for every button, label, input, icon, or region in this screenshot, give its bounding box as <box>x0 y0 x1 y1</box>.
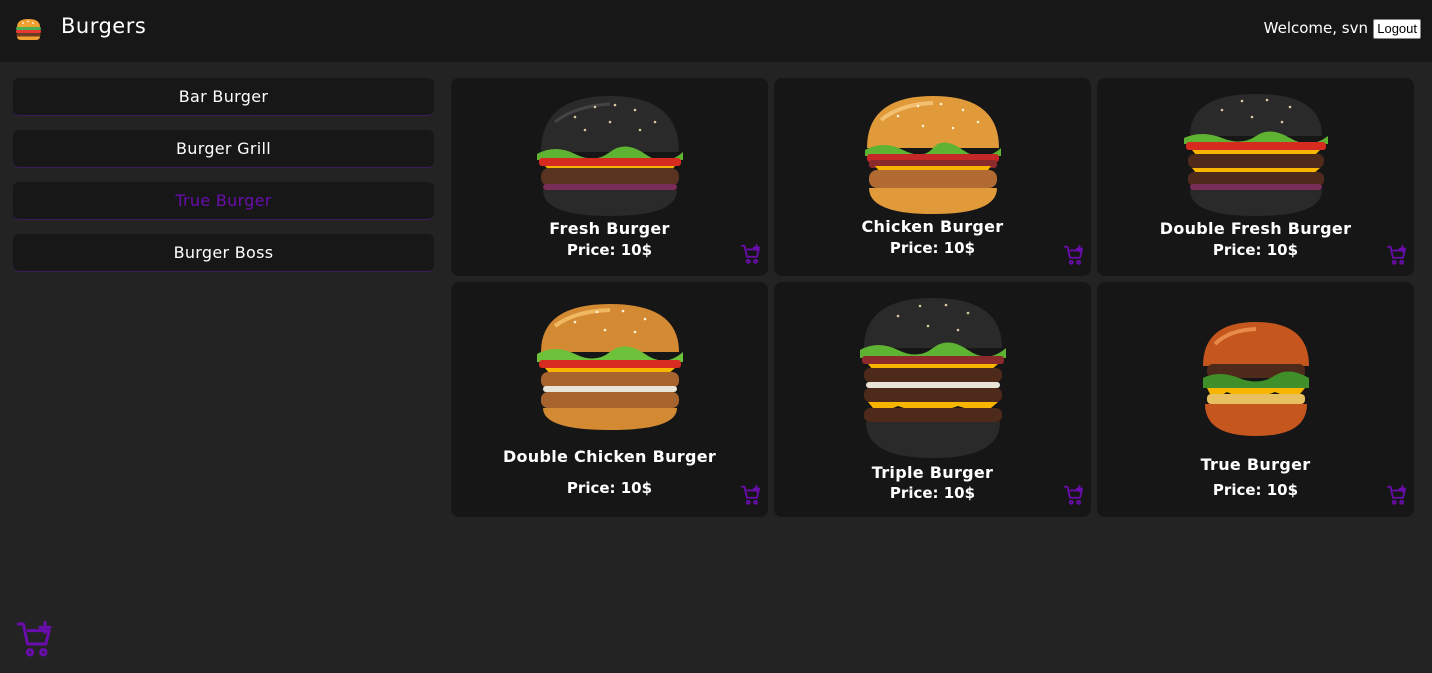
burger-image <box>536 304 683 430</box>
product-price: Price: 10$ <box>1212 481 1299 499</box>
restaurant-sidebar: Bar Burger Burger Grill True Burger Burg… <box>13 78 434 286</box>
floating-cart-icon[interactable] <box>15 619 55 659</box>
product-name: Fresh Burger <box>549 219 670 238</box>
add-to-cart-icon[interactable] <box>1063 484 1085 506</box>
product-grid: Fresh Burger Price: 10$ Chicken Burger P… <box>451 78 1414 517</box>
add-to-cart-icon[interactable] <box>740 243 762 265</box>
product-card: True Burger Price: 10$ <box>1097 282 1414 517</box>
product-price: Price: 10$ <box>566 241 653 259</box>
product-price: Price: 10$ <box>889 484 976 502</box>
product-name: Chicken Burger <box>861 217 1004 236</box>
top-navbar: Burgers Welcome, svn Logout <box>0 0 1432 62</box>
sidebar-item-burger-grill[interactable]: Burger Grill <box>13 130 434 168</box>
product-card: Triple Burger Price: 10$ <box>774 282 1091 517</box>
product-price: Price: 10$ <box>1212 241 1299 259</box>
add-to-cart-icon[interactable] <box>1063 244 1085 266</box>
logout-button[interactable]: Logout <box>1373 19 1421 39</box>
sidebar-item-bar-burger[interactable]: Bar Burger <box>13 78 434 116</box>
product-price: Price: 10$ <box>566 479 653 497</box>
product-name: Triple Burger <box>871 463 994 482</box>
product-name: True Burger <box>1200 455 1311 474</box>
add-to-cart-icon[interactable] <box>740 484 762 506</box>
product-name: Double Chicken Burger <box>502 447 717 466</box>
burger-image <box>536 96 683 216</box>
product-price: Price: 10$ <box>889 239 976 257</box>
add-to-cart-icon[interactable] <box>1386 244 1408 266</box>
product-card: Fresh Burger Price: 10$ <box>451 78 768 276</box>
product-card: Double Chicken Burger Price: 10$ <box>451 282 768 517</box>
app-title: Burgers <box>61 14 147 38</box>
product-card: Double Fresh Burger Price: 10$ <box>1097 78 1414 276</box>
burger-image <box>859 298 1006 458</box>
welcome-text: Welcome, svn <box>1263 19 1368 37</box>
sidebar-item-true-burger[interactable]: True Burger <box>13 182 434 220</box>
burger-image <box>1183 94 1328 216</box>
product-card: Chicken Burger Price: 10$ <box>774 78 1091 276</box>
burger-image <box>1202 322 1309 436</box>
add-to-cart-icon[interactable] <box>1386 484 1408 506</box>
burger-image <box>864 96 1001 214</box>
product-name: Double Fresh Burger <box>1159 219 1352 238</box>
sidebar-item-burger-boss[interactable]: Burger Boss <box>13 234 434 272</box>
burger-logo-icon <box>16 19 41 40</box>
